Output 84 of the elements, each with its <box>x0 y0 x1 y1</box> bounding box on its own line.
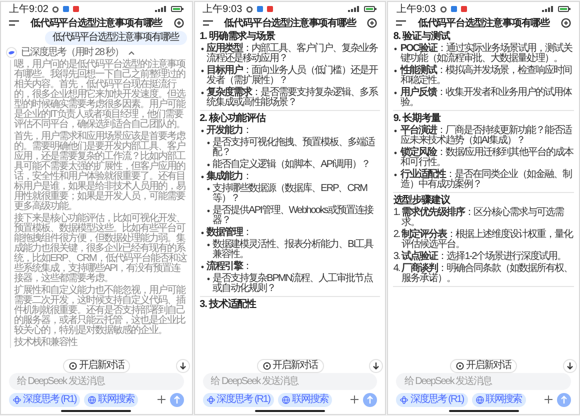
menu-icon[interactable] <box>396 20 406 26</box>
signal-icon <box>154 6 167 12</box>
new-chat-button[interactable]: 开启新对话 <box>450 359 518 373</box>
list-item-text: 性能测试：模拟高并发场景，检查响应时间和稳定性。 <box>400 66 572 86</box>
section-heading: 3. 技术适配性 <box>200 299 258 310</box>
thinking-paragraph: 技术栈和兼容性 <box>14 338 78 348</box>
section-heading: 选型步骤建议 <box>393 195 452 206</box>
list-item-text: 数据建模灵活性、报表分析能力、BI工具兼容性。 <box>212 240 374 260</box>
caret-icon <box>128 50 135 54</box>
thinking-paragraph: 接下来是核心功能评估，比如可视化开发、预置模板、数据模型这些。比如有些平台可能拖拽组件很方便，但数据处理能力弱。集成能力也很关键，很多企业已经有现有的系统，比如ERP、CRM，低代码平台能否和这些系统集成，支持哪些API，有没有预置连接器，这些都需要考虑。 <box>14 214 187 284</box>
list-item-text: 用户反馈：收集开发者和业务用户的试用体验。 <box>400 88 573 108</box>
scroll-down-icon[interactable] <box>369 359 384 373</box>
list-item-text: 行业适配性：是否在同类企业（如金融、制造）中有成功案例？ <box>400 170 573 190</box>
list-item-text: 平台演进：厂商是否持续更新功能？能否适应未来技术趋势（如AI集成）？ <box>400 126 573 146</box>
list-item-text: POC验证：通过实际业务场景试用，测试关键功能（如流程审批、大数据量处理）。 <box>400 44 574 64</box>
home-indicator <box>448 410 519 412</box>
home-indicator <box>61 410 132 412</box>
list-number: 2. <box>393 230 400 242</box>
list-item-text: 试点验证：选择1-2个场景进行深度试用。 <box>402 252 568 262</box>
thinking-paragraph: 首先，用户需求和应用场景应该是首要考虑的。需要明确他们是要开发内部工具、客户应用，还是需要复杂的工作流？比如内部工具可能不需要太强的扩展性，但客户应用的话，安全性和用户体验就很重要了。还有目标用户是谁，如果是给非技术人员用的，易用性就很重要；如果是开发人员，可能需要更多高级功能。 <box>14 132 186 212</box>
list-item-text: 是否支持复杂BPMN流程、人工审批节点或自动化规则？ <box>212 274 374 294</box>
atom-icon <box>206 396 215 404</box>
menu-icon[interactable] <box>9 20 19 26</box>
signal-icon <box>348 6 360 12</box>
status-time: 上午9:03 <box>202 4 242 14</box>
chat-title: 低代码平台选型注意事项有哪些 <box>29 18 164 28</box>
new-chat-icon[interactable] <box>561 18 572 28</box>
list-item-text: 应用类型：内部工具、客户门户、复杂业务流程还是移动应用？ <box>206 44 379 64</box>
mode-toggle[interactable]: 联网搜索 <box>278 392 332 406</box>
battery-icon <box>558 6 572 12</box>
list-item-text: 锁定风险：数据/应用迁移到其他平台的成本和可行性。 <box>400 148 574 168</box>
signal-icon <box>542 6 554 12</box>
plus-icon[interactable] <box>350 395 360 404</box>
battery-icon <box>170 6 184 12</box>
scroll-down-icon[interactable] <box>176 359 190 373</box>
message-input[interactable]: 给 DeepSeek 发送消息 <box>396 373 572 390</box>
list-item-text: 需求优先级排序：区分核心需求与可选需求。 <box>402 208 565 228</box>
plus-icon[interactable] <box>156 395 166 404</box>
chat-title: 低代码平台选型注意事项有哪些 <box>416 18 551 28</box>
list-number: 3. <box>393 252 400 262</box>
list-item-text: 是否支持可视化拖拽、预置模板、多端适配？ <box>212 138 376 158</box>
menu-icon[interactable] <box>202 20 213 26</box>
thinking-paragraph: 扩展性和自定义能力也不能忽视，用户可能需要二次开发，这时候支持自定义代码、插件机制就很重要。还有是否支持部署到自己的服务器，或者只能云托管，这也是企业比较关心的，特别是对数据敏感的企业。 <box>14 286 186 336</box>
globe-icon <box>282 396 290 404</box>
mode-toggle[interactable]: 联网搜索 <box>472 392 526 406</box>
mode-toggle[interactable]: 联网搜索 <box>84 392 138 406</box>
list-number: 4. <box>393 264 400 276</box>
user-message: 低代码平台选型注意事项有哪些 <box>44 31 187 45</box>
thinking-toggle[interactable]: 已深度思考（用时 28 秒） <box>21 48 135 58</box>
battery-icon <box>364 6 378 12</box>
list-item-text: 开发能力： <box>206 126 253 136</box>
chat-title: 低代码平台选型注意事项有哪些 <box>222 18 358 28</box>
list-item-text: 复杂度需求：是否需要支持复杂逻辑、多系统集成或高性能场景？ <box>206 88 380 108</box>
status-time: 上午9:03 <box>396 4 436 14</box>
list-item-text: 流程引擎： <box>206 262 253 272</box>
plus-icon[interactable] <box>544 395 554 404</box>
globe-icon <box>476 396 484 404</box>
section-heading: 2. 核心功能评估 <box>200 113 267 124</box>
list-number: 1. <box>393 208 400 220</box>
list-item-text: 是否提供API管理、Webhooks或预置连接器？ <box>212 206 374 226</box>
list-item-text: 目标用户：面向业务人员（低门槛）还是开发者（需扩展性）？ <box>206 66 380 86</box>
list-item-text: 制定评分表：根据上述维度设计权重，量化评估候选平台。 <box>402 230 574 250</box>
new-chat-icon[interactable] <box>367 18 378 28</box>
mode-toggle[interactable]: 深度思考 (R1) <box>9 392 80 406</box>
list-item-text: 数据管理： <box>206 228 253 238</box>
list-item-text: 厂商谈判：明确合同条款（如数据所有权、服务承诺）。 <box>402 264 574 284</box>
new-chat-button[interactable]: 开启新对话 <box>256 359 324 373</box>
new-chat-button[interactable]: 开启新对话 <box>62 359 130 373</box>
status-time: 上午9:02 <box>9 4 48 14</box>
mode-toggle[interactable]: 深度思考 (R1) <box>396 392 468 406</box>
list-item-text: 能否自定义逻辑（如脚本、API调用）？ <box>212 160 371 170</box>
thinking-paragraph: 嗯，用户问的是低代码平台选型的注意事项有哪些。我得先回想一下自己之前整理过的相关内容。首先，低代码平台现在挺流行的，很多企业想用它来加快开发速度。但选型的时候确实需要考虑很多因素。用户可能是企业的IT负责人或者项目经理，他们需要评估不同平台，确保选到适合自己团队的。 <box>14 60 186 130</box>
section-heading: 9. 长期考量 <box>393 113 442 124</box>
new-chat-icon[interactable] <box>174 18 184 28</box>
message-input[interactable]: 给 DeepSeek 发送消息 <box>9 373 184 390</box>
message-input[interactable]: 给 DeepSeek 发送消息 <box>202 373 378 390</box>
list-item-text: 集成能力： <box>206 172 253 182</box>
list-item-text: 支持哪些数据源（数据库、ERP、CRM等）？ <box>212 184 368 204</box>
mode-toggle[interactable]: 深度思考 (R1) <box>202 392 274 406</box>
scroll-down-icon[interactable] <box>563 359 578 373</box>
atom-icon <box>13 396 21 404</box>
globe-icon <box>88 396 96 404</box>
atom-icon <box>400 396 408 404</box>
home-indicator <box>255 410 325 412</box>
